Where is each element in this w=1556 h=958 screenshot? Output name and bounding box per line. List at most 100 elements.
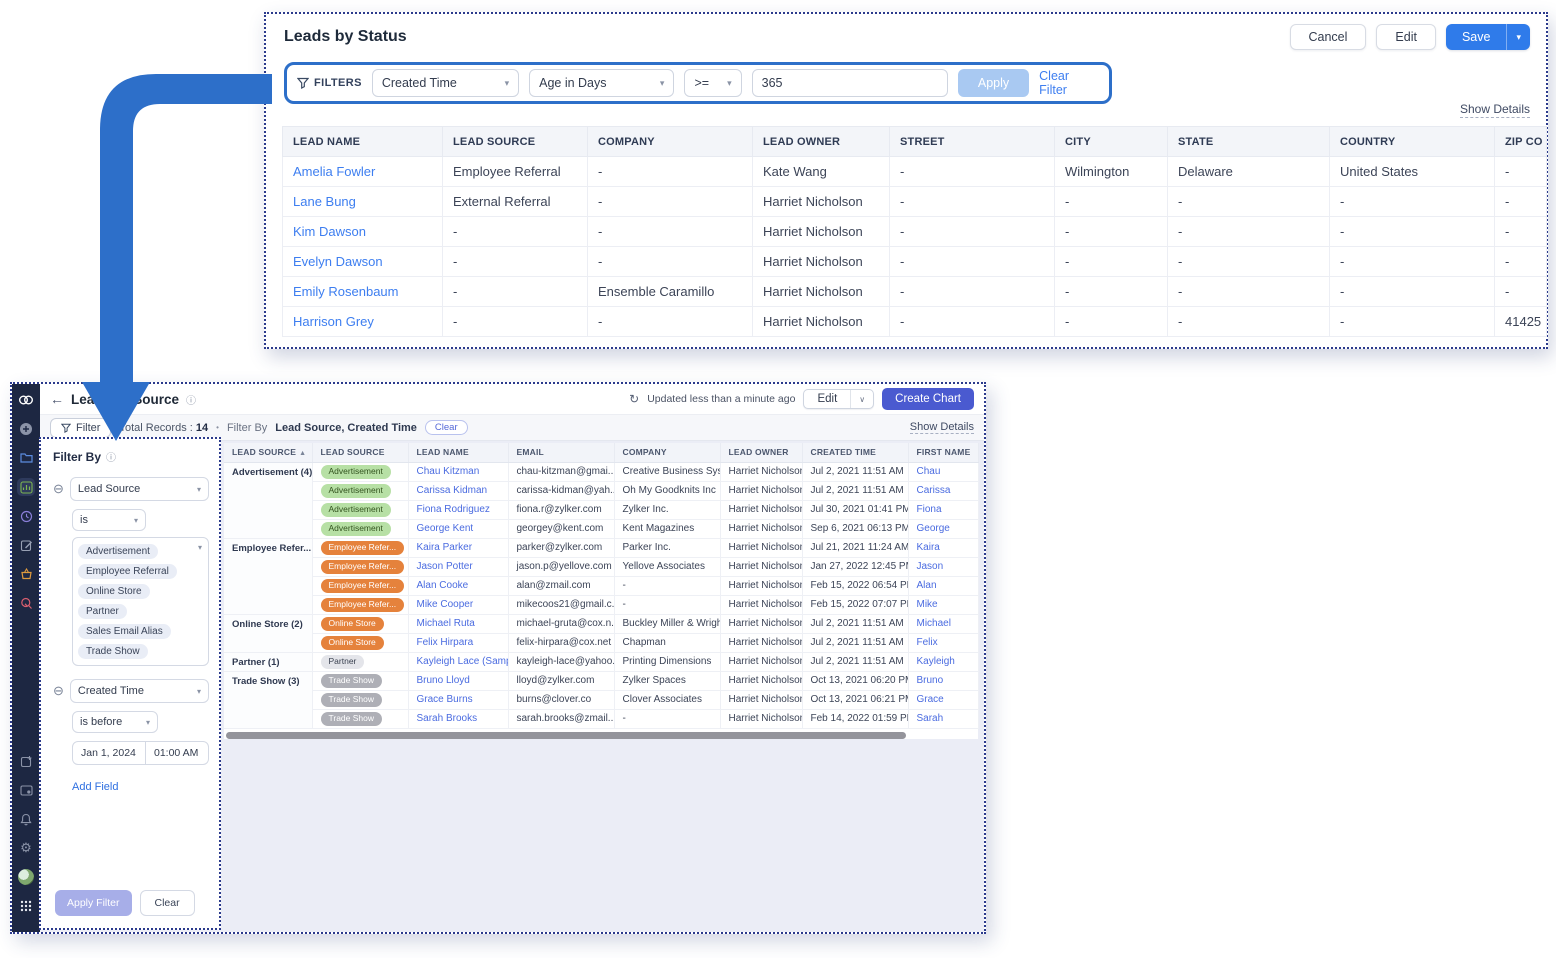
time-field[interactable]: 01:00 AM — [146, 742, 208, 764]
tag-online-store[interactable]: Online Store — [78, 584, 150, 599]
apply-button[interactable]: Apply — [958, 69, 1029, 97]
tag-advertisement[interactable]: Advertisement — [78, 544, 158, 559]
lead-name-link[interactable]: Alan Cooke — [408, 576, 508, 595]
col-header-lead-owner[interactable]: LEAD OWNER — [753, 127, 890, 157]
filter-button[interactable]: Filter — [50, 418, 111, 438]
condition1-operator-dropdown[interactable]: is ▾ — [72, 509, 146, 531]
clear-button[interactable]: Clear — [140, 890, 195, 916]
col-header-lead-name[interactable]: LEAD NAME — [283, 127, 443, 157]
first-name-link[interactable]: Kaira — [908, 538, 978, 557]
reports-icon[interactable] — [17, 478, 35, 496]
avatar[interactable] — [17, 868, 35, 886]
clear-filter-chip[interactable]: Clear — [425, 420, 468, 435]
col-header-city[interactable]: CITY — [1055, 127, 1168, 157]
lead-source-multiselect[interactable]: ▾ Advertisement Employee Referral Online… — [72, 537, 209, 666]
col-header-state[interactable]: STATE — [1168, 127, 1330, 157]
lead-name-link[interactable]: Chau Kitzman — [408, 462, 508, 481]
col-header-lead-owner[interactable]: LEAD OWNER — [720, 443, 802, 462]
info-icon[interactable]: ⓘ — [186, 392, 196, 407]
table-row[interactable]: Lane Bung External Referral - Harriet Ni… — [283, 187, 1547, 217]
tag-trade-show[interactable]: Trade Show — [78, 644, 148, 659]
table-row[interactable]: Employee Refer... (4) Employee Refer... … — [224, 538, 978, 557]
horizontal-scrollbar[interactable] — [226, 732, 906, 739]
col-header-zip[interactable]: ZIP CO — [1495, 127, 1547, 157]
table-row[interactable]: Online Store Felix Hirpara felix-hirpara… — [224, 633, 978, 652]
clear-filter-link[interactable]: Clear Filter — [1039, 69, 1099, 97]
table-row[interactable]: Advertisement (4) Advertisement Chau Kit… — [224, 462, 978, 481]
lead-name-link[interactable]: Michael Ruta — [408, 614, 508, 633]
lead-name-link[interactable]: Grace Burns — [408, 690, 508, 709]
folder-icon[interactable] — [17, 449, 35, 467]
lead-name-link[interactable]: Jason Potter — [408, 557, 508, 576]
table-row[interactable]: Advertisement Fiona Rodriguez fiona.r@zy… — [224, 500, 978, 519]
show-details-link[interactable]: Show Details — [910, 421, 974, 434]
first-name-link[interactable]: Chau — [908, 462, 978, 481]
first-name-link[interactable]: Michael — [908, 614, 978, 633]
col-header-country[interactable]: COUNTRY — [1330, 127, 1495, 157]
col-header-lead-name[interactable]: LEAD NAME — [408, 443, 508, 462]
condition2-field-dropdown[interactable]: Created Time ▾ — [70, 679, 209, 703]
query-search-icon[interactable] — [17, 594, 35, 612]
filter-value-input[interactable] — [752, 69, 948, 97]
basket-icon[interactable] — [17, 565, 35, 583]
first-name-link[interactable]: Grace — [908, 690, 978, 709]
filter-type-dropdown[interactable]: Age in Days ▾ — [529, 69, 674, 97]
first-name-link[interactable]: Jason — [908, 557, 978, 576]
table-row[interactable]: Trade Show Grace Burns burns@clover.co C… — [224, 690, 978, 709]
save-button[interactable]: Save — [1446, 24, 1507, 50]
table-row[interactable]: Employee Refer... Jason Potter jason.p@y… — [224, 557, 978, 576]
condition1-field-dropdown[interactable]: Lead Source ▾ — [70, 477, 209, 501]
refresh-icon[interactable]: ↻ — [629, 392, 639, 406]
col-header-street[interactable]: STREET — [890, 127, 1055, 157]
edit-button[interactable]: Edit — [1376, 24, 1436, 50]
col-header-created-time[interactable]: CREATED TIME — [802, 443, 908, 462]
first-name-link[interactable]: Alan — [908, 576, 978, 595]
table-row[interactable]: Online Store (2) Online Store Michael Ru… — [224, 614, 978, 633]
tag-employee-referral[interactable]: Employee Referral — [78, 564, 177, 579]
col-header-email[interactable]: EMAIL — [508, 443, 614, 462]
table-row[interactable]: Partner (1) Partner Kayleigh Lace (Sampl… — [224, 652, 978, 671]
first-name-link[interactable]: Sarah — [908, 709, 978, 728]
edit-dropdown-caret[interactable]: ∨ — [850, 390, 873, 408]
apply-filter-button[interactable]: Apply Filter — [55, 890, 132, 916]
notes-edit-icon[interactable] — [17, 536, 35, 554]
filter-field-dropdown[interactable]: Created Time ▾ — [372, 69, 519, 97]
table-row[interactable]: Harrison Grey - - Harriet Nicholson - - … — [283, 307, 1547, 337]
save-dropdown-caret[interactable]: ▾ — [1506, 24, 1530, 50]
lead-name-link[interactable]: Lane Bung — [283, 187, 443, 217]
bell-icon[interactable] — [17, 810, 35, 828]
back-arrow-icon[interactable]: ← — [50, 391, 64, 407]
filter-operator-dropdown[interactable]: >= ▾ — [684, 69, 741, 97]
compose-icon[interactable] — [17, 752, 35, 770]
lead-name-link[interactable]: Bruno Lloyd — [408, 671, 508, 690]
condition2-operator-dropdown[interactable]: is before ▾ — [72, 711, 158, 733]
table-row[interactable]: Advertisement George Kent georgey@kent.c… — [224, 519, 978, 538]
lead-name-link[interactable]: Mike Cooper — [408, 595, 508, 614]
table-row[interactable]: Evelyn Dawson - - Harriet Nicholson - - … — [283, 247, 1547, 277]
lead-name-link[interactable]: Fiona Rodriguez — [408, 500, 508, 519]
create-chart-button[interactable]: Create Chart — [882, 388, 974, 410]
col-header-company[interactable]: COMPANY — [614, 443, 720, 462]
lead-name-link[interactable]: Kaira Parker — [408, 538, 508, 557]
table-row[interactable]: Trade Show Sarah Brooks sarah.brooks@zma… — [224, 709, 978, 728]
card-icon[interactable] — [17, 781, 35, 799]
lead-name-link[interactable]: Kim Dawson — [283, 217, 443, 247]
first-name-link[interactable]: Fiona — [908, 500, 978, 519]
lead-name-link[interactable]: Amelia Fowler — [283, 157, 443, 187]
table-row[interactable]: Employee Refer... Alan Cooke alan@zmail.… — [224, 576, 978, 595]
lead-name-link[interactable]: Carissa Kidman — [408, 481, 508, 500]
remove-condition-icon[interactable]: ⊖ — [53, 683, 64, 699]
table-row[interactable]: Trade Show (3) Trade Show Bruno Lloyd ll… — [224, 671, 978, 690]
col-header-first-name[interactable]: FIRST NAME — [908, 443, 978, 462]
first-name-link[interactable]: Bruno — [908, 671, 978, 690]
lead-name-link[interactable]: Evelyn Dawson — [283, 247, 443, 277]
gear-icon[interactable]: ⚙ — [17, 839, 35, 857]
add-field-link[interactable]: Add Field — [72, 781, 209, 793]
first-name-link[interactable]: Kayleigh — [908, 652, 978, 671]
analytics-clock-icon[interactable] — [17, 507, 35, 525]
lead-name-link[interactable]: Emily Rosenbaum — [283, 277, 443, 307]
edit-button[interactable]: Edit — [804, 390, 850, 408]
table-row[interactable]: Employee Refer... Mike Cooper mikecoos21… — [224, 595, 978, 614]
date-field[interactable]: Jan 1, 2024 — [73, 742, 146, 764]
add-icon[interactable] — [17, 420, 35, 438]
